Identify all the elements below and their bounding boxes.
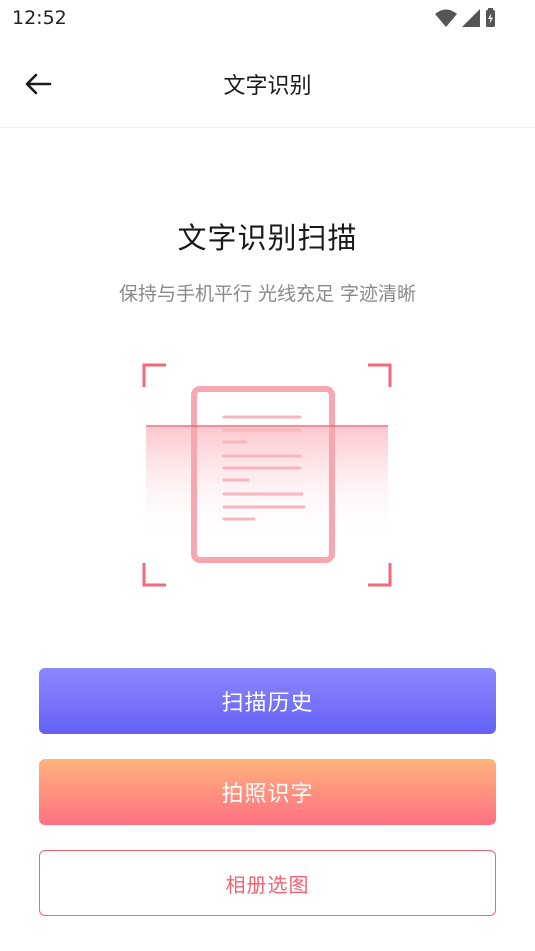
battery-charging-icon: [486, 8, 495, 27]
app-bar: 文字识别: [0, 36, 535, 128]
document-scan-icon: [142, 363, 392, 587]
page-title: 文字识别: [223, 74, 312, 99]
scan-glow: [146, 427, 388, 542]
signal-icon: [462, 9, 480, 27]
scan-history-button[interactable]: 扫描历史: [39, 668, 496, 734]
status-bar: 12:52: [0, 0, 535, 36]
wifi-icon: [435, 9, 457, 27]
scan-hint: 保持与手机平行 光线充足 字迹清晰: [118, 283, 417, 305]
scan-heading: 文字识别扫描: [177, 221, 358, 255]
status-icons: [435, 8, 495, 27]
album-select-button[interactable]: 相册选图: [39, 850, 496, 916]
status-time: 12:52: [12, 7, 67, 29]
photo-recognize-button[interactable]: 拍照识字: [39, 759, 496, 825]
